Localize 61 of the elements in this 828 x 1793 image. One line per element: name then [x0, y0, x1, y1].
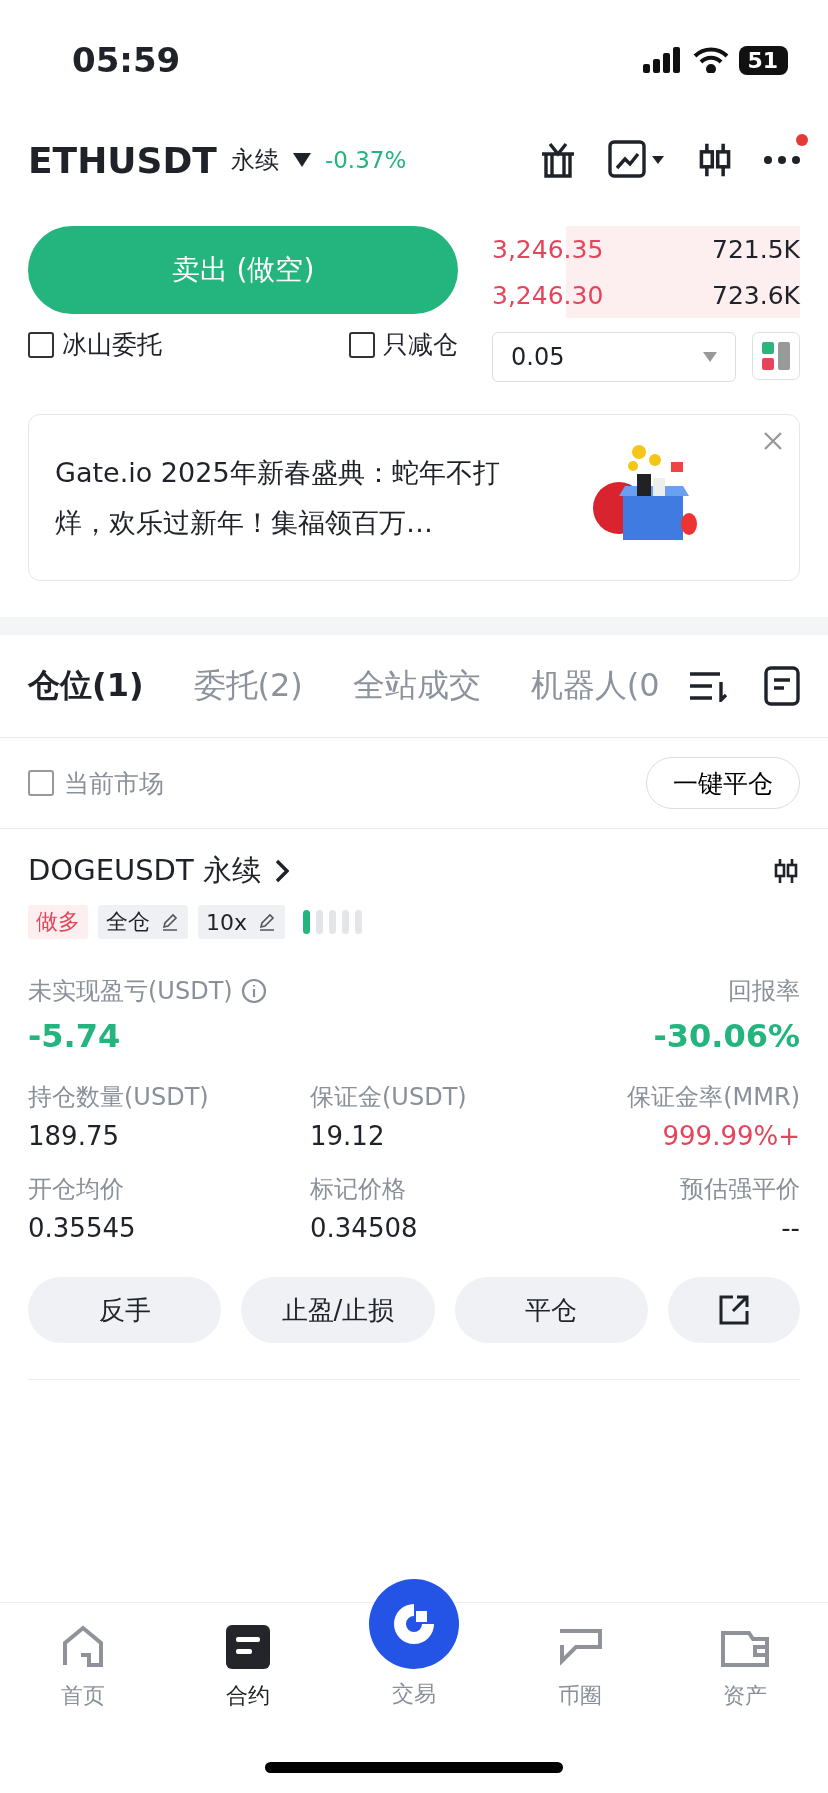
stat-label: 保证金率(MMR) [627, 1082, 800, 1113]
banner-text: Gate.io 2025年新春盛典：蛇年不打烊，欢乐过新年！集福领百万… [55, 455, 501, 540]
checkbox[interactable] [28, 770, 54, 796]
promo-banner[interactable]: Gate.io 2025年新春盛典：蛇年不打烊，欢乐过新年！集福领百万… [28, 414, 800, 581]
ask-price: 3,246.30 [492, 280, 604, 310]
pnl-value: -5.74 [28, 1017, 121, 1055]
ask-size: 721.5K [712, 234, 800, 264]
action-button[interactable]: 止盈/止损 [241, 1277, 435, 1343]
position-symbol[interactable]: DOGEUSDT 永续 [28, 851, 261, 891]
battery-icon: 51 [739, 45, 788, 75]
document-icon[interactable] [764, 666, 800, 706]
status-time: 05:59 [72, 40, 181, 80]
action-button[interactable]: 平仓 [454, 1277, 648, 1343]
stat-value: -- [781, 1213, 800, 1243]
close-all-button[interactable]: 一键平仓 [646, 757, 800, 809]
side-tag: 做多 [28, 905, 88, 939]
stat-label: 保证金(USDT) [310, 1082, 467, 1113]
stat-value: 0.34508 [310, 1213, 418, 1243]
symbol-title[interactable]: ETHUSDT [28, 139, 217, 181]
stat-value: 189.75 [28, 1121, 119, 1151]
stat-label: 标记价格 [310, 1174, 406, 1205]
pencil-icon[interactable] [257, 912, 277, 932]
depth-select[interactable]: 0.05 [492, 332, 736, 382]
risk-meter [303, 910, 362, 934]
option-label: 冰山委托 [62, 329, 162, 361]
action-button[interactable]: 反手 [28, 1277, 222, 1343]
option-label: 只减仓 [383, 329, 458, 361]
contract-type: 永续 [230, 145, 279, 176]
mode-tag[interactable]: 全仓 [98, 905, 188, 939]
tab[interactable]: 仓位(1) [28, 664, 144, 708]
checkbox[interactable] [28, 331, 54, 358]
info-icon[interactable] [240, 978, 267, 1004]
roe-value: -30.06% [653, 1017, 800, 1055]
ask-price: 3,246.35 [492, 234, 604, 264]
chart-icon[interactable] [608, 140, 666, 180]
nav-tab[interactable]: 合约 [165, 1603, 332, 1711]
sort-icon[interactable] [688, 670, 728, 702]
chevron-right-icon[interactable] [274, 859, 289, 883]
ask-size: 723.6K [712, 280, 800, 310]
layout-icon[interactable] [752, 332, 800, 380]
caret-icon [703, 352, 717, 362]
pencil-icon[interactable] [160, 912, 180, 932]
stat-value: 19.12 [310, 1121, 385, 1151]
more-icon[interactable] [764, 155, 800, 165]
mode-tag[interactable]: 10x [198, 905, 285, 939]
stat-value: 999.99%+ [662, 1121, 800, 1151]
filter-label: 当前市场 [64, 767, 164, 800]
checkbox[interactable] [349, 331, 375, 358]
close-icon[interactable] [763, 431, 783, 451]
share-icon [717, 1293, 751, 1327]
wifi-icon [693, 47, 730, 73]
document-icon [224, 1623, 273, 1671]
candlestick-icon[interactable] [772, 857, 800, 885]
stat-label: 开仓均价 [28, 1174, 124, 1205]
pnl-label: 未实现盈亏(USDT) [28, 976, 233, 1007]
roe-label: 回报率 [728, 976, 800, 1007]
stat-value: 0.35545 [28, 1213, 136, 1243]
stat-label: 持仓数量(USDT) [28, 1082, 209, 1113]
dropdown-caret-icon[interactable] [292, 153, 311, 167]
stat-label: 预估强平价 [680, 1174, 800, 1205]
price-change: -0.37% [324, 147, 407, 173]
